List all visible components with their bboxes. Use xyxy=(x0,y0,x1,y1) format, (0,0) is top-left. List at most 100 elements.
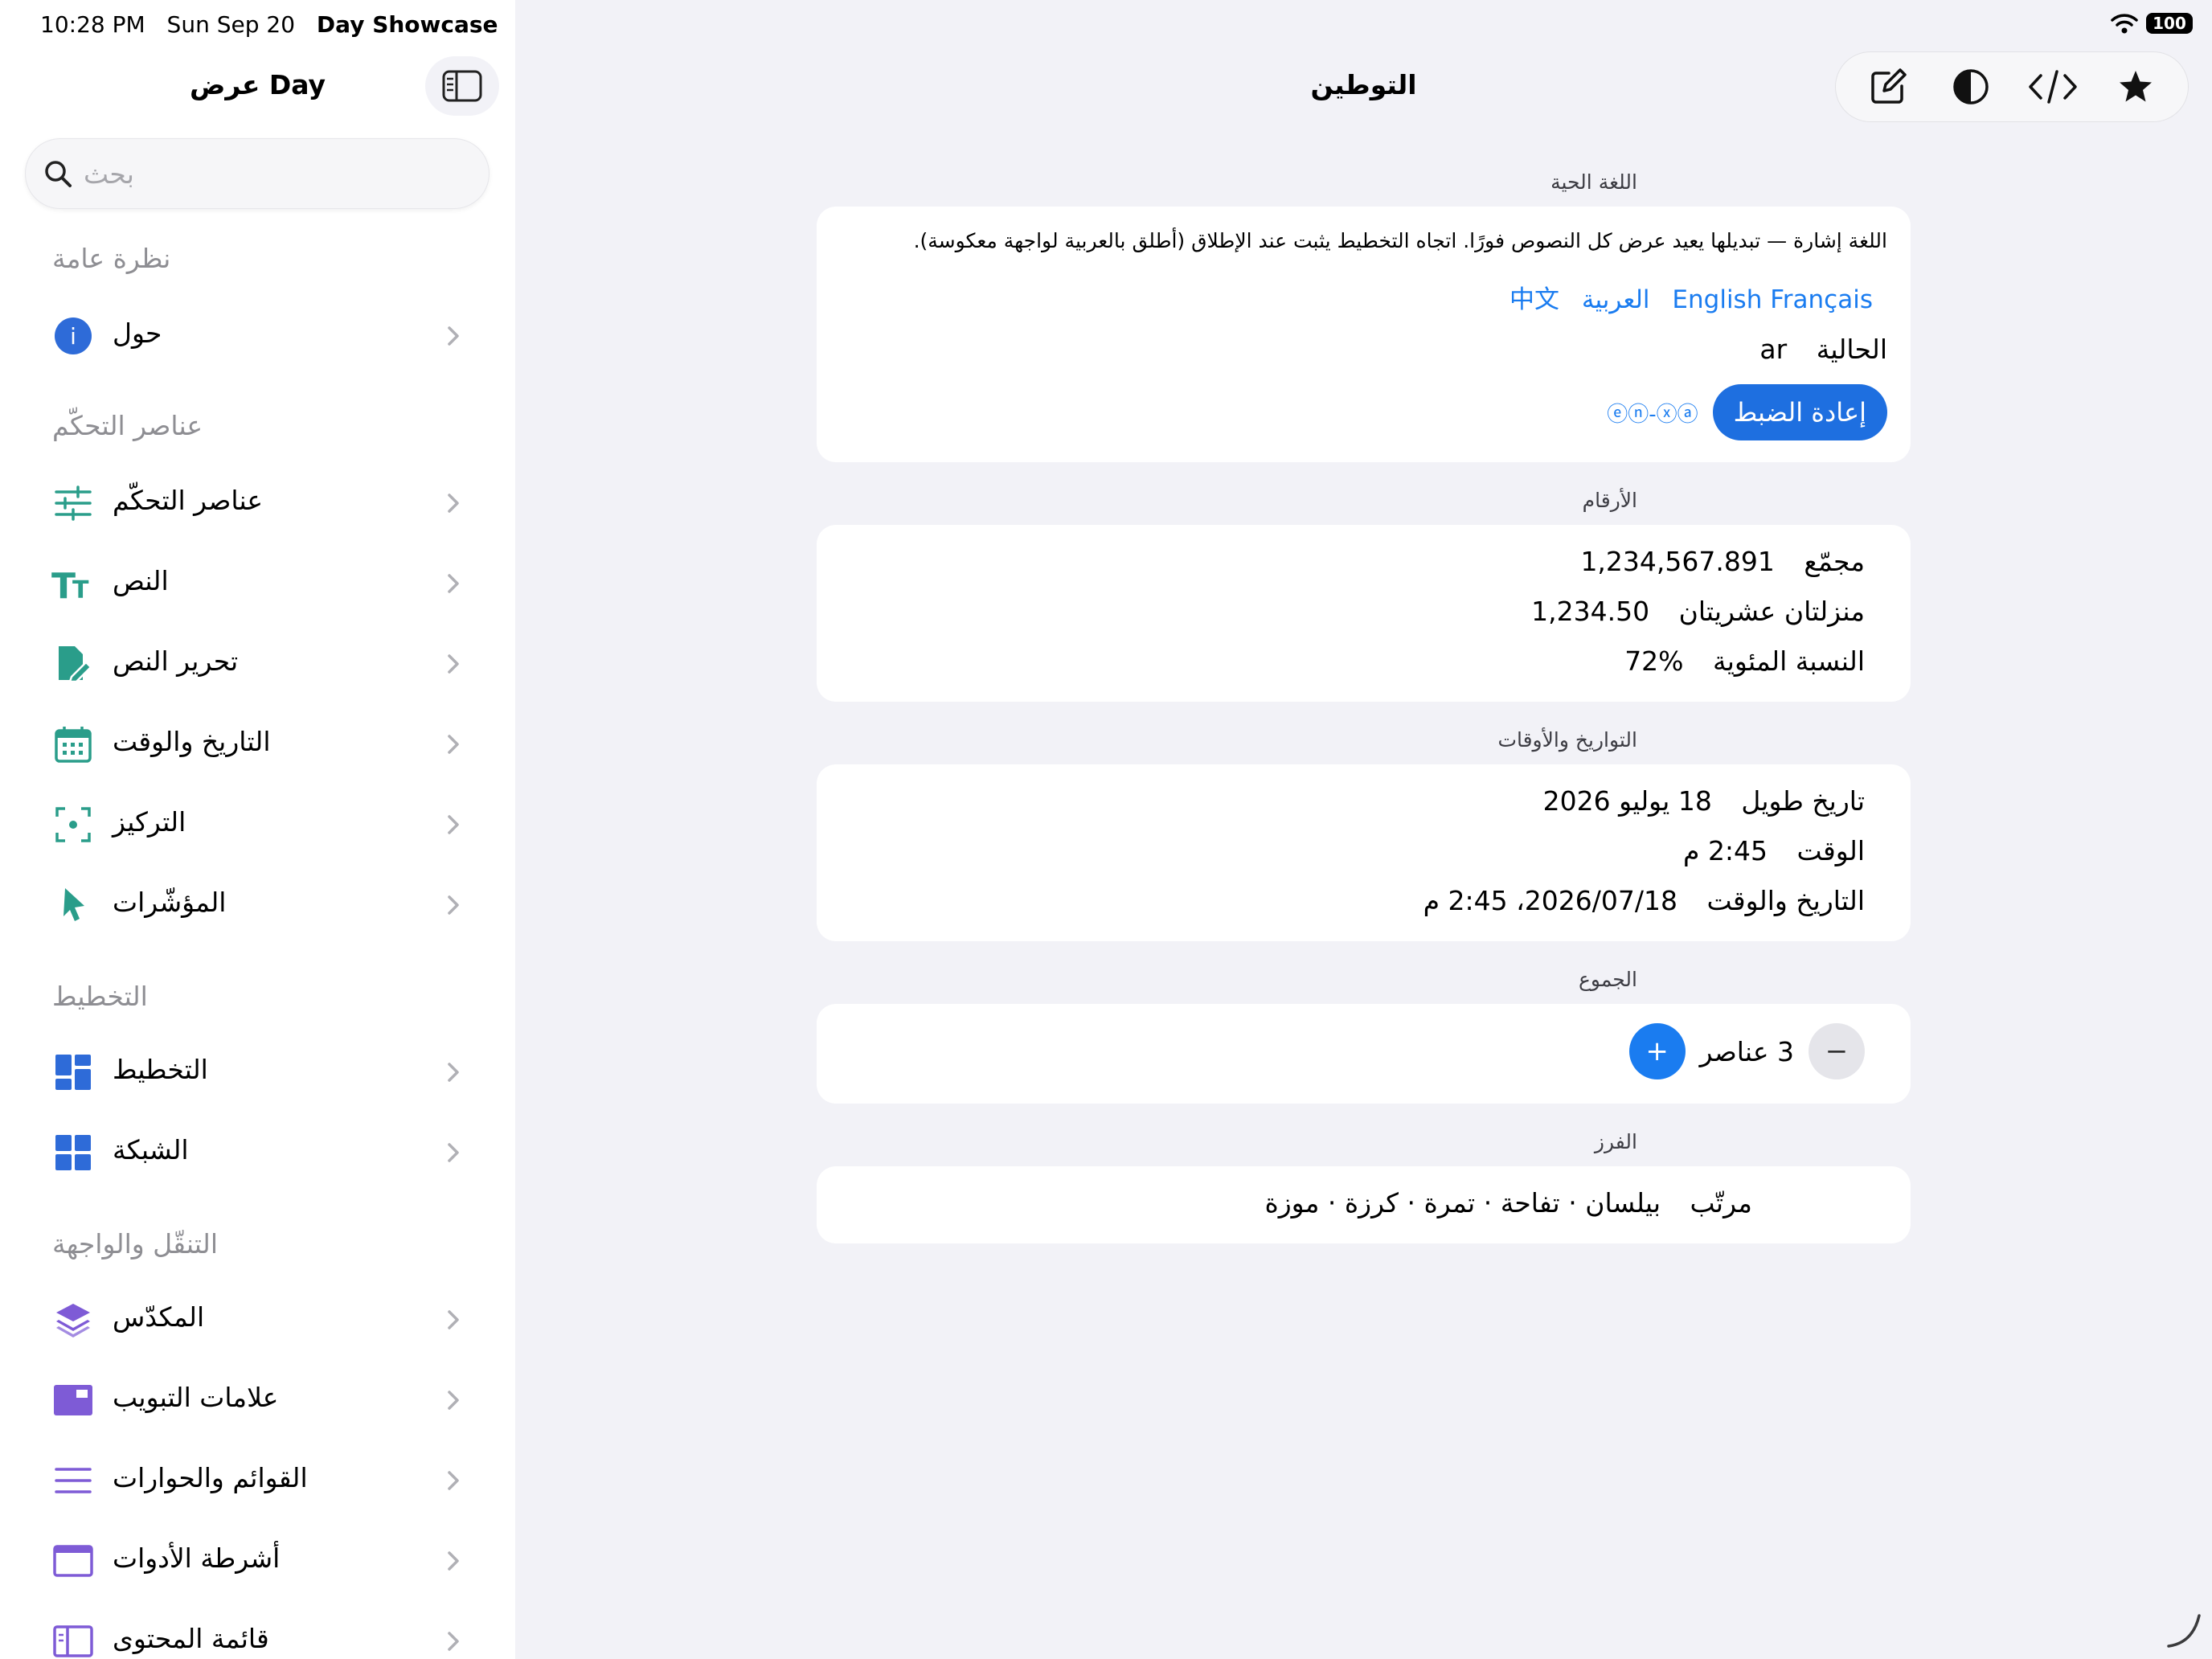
language-description: اللغة إشارة — تبديلها يعيد عرض كل النصوص… xyxy=(913,229,1887,252)
text-format-icon: TT xyxy=(51,566,95,601)
date-value: 18 يوليو 2026 xyxy=(1542,785,1712,817)
sidebar-item-layout[interactable]: التخطيط xyxy=(0,1032,515,1112)
chevron-right-icon xyxy=(448,895,459,915)
status-time: 10:28 PM xyxy=(40,11,145,38)
section-header-layout: التخطيط xyxy=(52,981,148,1012)
minus-icon: − xyxy=(1825,1035,1849,1067)
search-icon xyxy=(45,161,72,187)
number-label: مجمّع xyxy=(1804,546,1865,577)
info-icon: i xyxy=(51,317,95,354)
chevron-right-icon xyxy=(448,326,459,346)
window-toolbar-icon xyxy=(51,1543,95,1579)
sidebar-item-focus[interactable]: التركيز xyxy=(0,784,515,865)
sidebar-item-text[interactable]: TT النص xyxy=(0,543,515,624)
sidebar-item-label: التاريخ والوقت xyxy=(113,726,271,757)
sidebar-item-stack[interactable]: المكدّس xyxy=(0,1280,515,1360)
chevron-right-icon xyxy=(448,1391,459,1410)
sidebar-item-tabs[interactable]: علامات التبويب xyxy=(0,1360,515,1440)
sidebar-item-controls[interactable]: عناصر التحكّم xyxy=(0,463,515,543)
sidebar-item-lists[interactable]: القوائم والحوارات xyxy=(0,1440,515,1521)
sidebar-item-contents[interactable]: قائمة المحتوى xyxy=(0,1601,515,1659)
chevron-right-icon xyxy=(448,815,459,834)
language-link-french[interactable]: Français xyxy=(1770,285,1873,314)
number-value: 1,234,567.891 xyxy=(1580,546,1775,577)
section-label-dates: التواريخ والأوقات xyxy=(1497,728,1637,752)
sorting-card: مرتّب بيلسان · تفاحة · تمرة · كرزة · موز… xyxy=(817,1166,1911,1243)
language-link-arabic[interactable]: العربية xyxy=(1582,285,1650,314)
sidebar-item-label: التركيز xyxy=(113,806,186,838)
plurals-card: − 3 عناصر + xyxy=(817,1004,1911,1104)
sidebar-toggle-button[interactable] xyxy=(425,56,499,116)
sidebar-icon xyxy=(442,70,482,102)
reset-button-label: إعادة الضبط xyxy=(1733,397,1866,428)
language-link-chinese[interactable]: 中文 xyxy=(1509,285,1559,314)
sidebar-item-date-time[interactable]: التاريخ والوقت xyxy=(0,704,515,784)
number-row-percent: النسبة المئوية 72% xyxy=(1624,645,1865,677)
section-header-overview: نظرة عامة xyxy=(52,243,171,274)
svg-text:T: T xyxy=(72,576,89,601)
chevron-right-icon xyxy=(448,1471,459,1490)
code-icon xyxy=(2029,70,2077,104)
section-label-live-language: اللغة الحية xyxy=(1550,170,1637,194)
sidebar-item-about[interactable]: i حول xyxy=(0,296,515,376)
resize-handle-icon[interactable] xyxy=(2164,1611,2204,1651)
date-row-time: الوقت 2:45 م xyxy=(1683,835,1865,866)
sliders-icon xyxy=(51,485,95,521)
live-language-card: اللغة إشارة — تبديلها يعيد عرض كل النصوص… xyxy=(817,207,1911,462)
language-link-english[interactable]: English xyxy=(1672,285,1762,314)
current-language-label: الحالية xyxy=(1816,334,1887,365)
chevron-right-icon xyxy=(448,654,459,674)
date-label: تاريخ طويل xyxy=(1741,785,1865,817)
date-row-long: تاريخ طويل 18 يوليو 2026 xyxy=(1543,785,1865,817)
date-row-datetime: التاريخ والوقت 2026/07/18، 2:45 م xyxy=(1423,885,1865,916)
sidebar-item-grid[interactable]: الشبكة xyxy=(0,1112,515,1193)
sorted-row: مرتّب بيلسان · تفاحة · تمرة · كرزة · موز… xyxy=(1264,1187,1752,1219)
language-links: English Français العربية 中文 xyxy=(1509,279,1887,315)
chevron-right-icon xyxy=(448,494,459,513)
section-label-numbers: الأرقام xyxy=(1582,489,1637,512)
grid-icon xyxy=(51,1135,95,1170)
contrast-icon xyxy=(1953,69,1989,104)
number-label: النسبة المئوية xyxy=(1713,645,1865,677)
sidebar-contents-icon xyxy=(51,1624,95,1659)
decrement-button[interactable]: − xyxy=(1809,1023,1865,1079)
document-edit-icon xyxy=(51,646,95,683)
increment-button[interactable]: + xyxy=(1628,1023,1686,1079)
main-content: 100 التوطين اللغة الحية اللغة إشارة — تب… xyxy=(515,0,2212,1659)
star-icon xyxy=(2119,71,2152,102)
sidebar-item-label: الشبكة xyxy=(113,1134,189,1165)
reset-row: إعادة الضبط ⓔⓝ-ⓧⓐ xyxy=(1607,384,1887,440)
current-language-value: ar xyxy=(1759,334,1788,365)
compose-button[interactable] xyxy=(1852,58,1924,116)
pointer-arrow-icon xyxy=(51,887,95,923)
search-field[interactable] xyxy=(25,138,490,209)
sidebar-item-label: القوائم والحوارات xyxy=(113,1462,308,1493)
item-count-text: 3 عناصر xyxy=(1699,1035,1794,1067)
sidebar-item-text-editing[interactable]: تحرير النص xyxy=(0,624,515,704)
date-value: 2:45 م xyxy=(1683,835,1768,866)
reset-button[interactable]: إعادة الضبط xyxy=(1712,384,1887,440)
date-label: التاريخ والوقت xyxy=(1706,885,1865,916)
sidebar-item-pointers[interactable]: المؤشّرات xyxy=(0,865,515,945)
number-label: منزلتان عشريتان xyxy=(1678,596,1865,627)
search-input[interactable] xyxy=(84,158,469,190)
date-value: 2026/07/18، 2:45 م xyxy=(1423,885,1677,916)
section-header-navigation: التنقّل والواجهة xyxy=(52,1228,218,1260)
plural-stepper: − 3 عناصر + xyxy=(1628,1023,1865,1079)
status-date: Sun Sep 20 xyxy=(166,11,296,38)
sidebar-item-label: عناصر التحكّم xyxy=(113,485,264,516)
appearance-button[interactable] xyxy=(1935,58,2007,116)
pseudo-locale-button[interactable]: ⓔⓝ-ⓧⓐ xyxy=(1607,398,1698,428)
current-language-row: الحالية ar xyxy=(1759,334,1887,365)
sidebar-item-label: قائمة المحتوى xyxy=(113,1623,269,1654)
sorted-label: مرتّب xyxy=(1690,1187,1752,1219)
number-value: 1,234.50 xyxy=(1531,596,1650,627)
source-code-button[interactable] xyxy=(2017,58,2089,116)
chevron-right-icon xyxy=(448,735,459,754)
chevron-right-icon xyxy=(448,1310,459,1329)
sidebar: 10:28 PM Sun Sep 20 Day Showcase عرض Day… xyxy=(0,0,515,1659)
sidebar-item-label: التخطيط xyxy=(113,1054,208,1085)
favorite-button[interactable] xyxy=(2099,58,2172,116)
sidebar-item-toolbars[interactable]: أشرطة الأدوات xyxy=(0,1521,515,1601)
chevron-right-icon xyxy=(448,574,459,593)
